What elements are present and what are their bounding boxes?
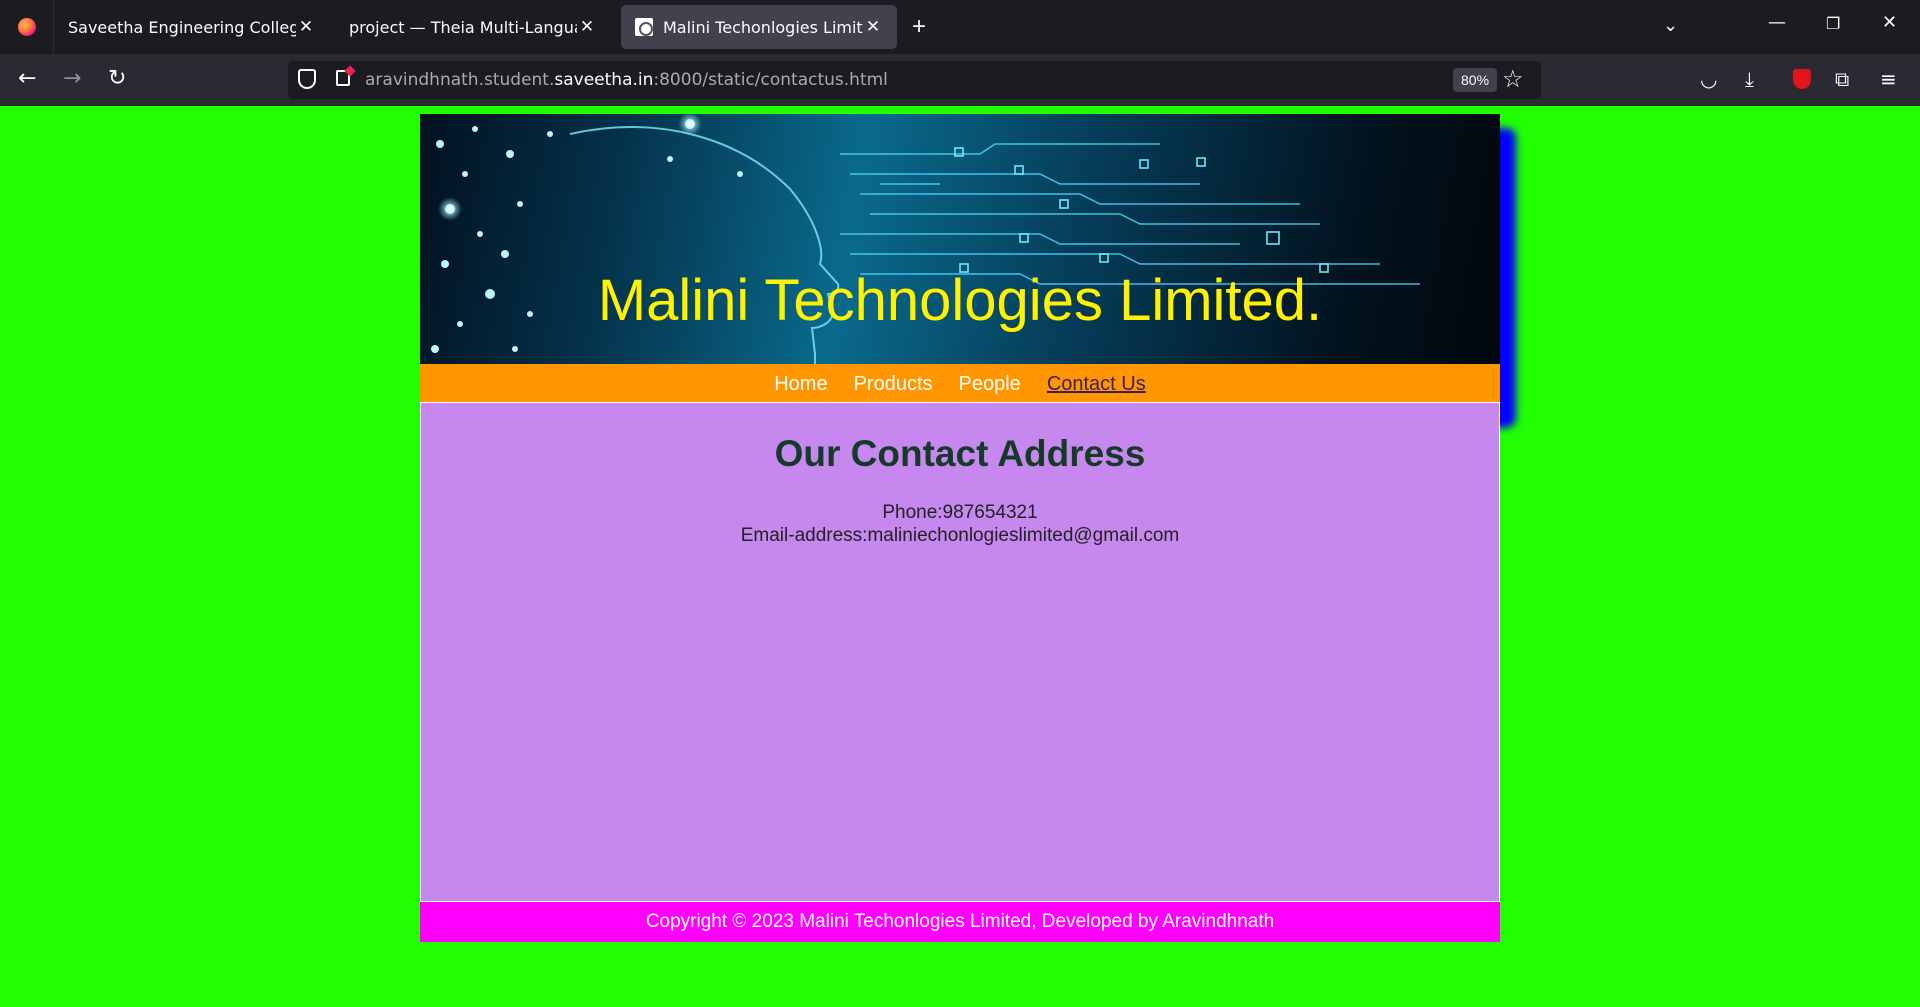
minimize-icon[interactable]: — — [1768, 12, 1786, 33]
tab-title: Saveetha Engineering College — [68, 17, 296, 37]
puzzle-icon[interactable]: ⧉ — [1835, 67, 1849, 91]
close-icon[interactable]: ✕ — [296, 17, 316, 37]
footer: Copyright © 2023 Malini Techonlogies Lim… — [420, 902, 1500, 942]
pocket-icon[interactable]: ◡ — [1700, 67, 1717, 91]
header-banner: Malini Technologies Limited. — [420, 114, 1500, 364]
forward-arrow-icon[interactable]: → — [63, 66, 81, 92]
close-icon[interactable]: ✕ — [577, 17, 597, 37]
bookmark-star-icon[interactable]: ☆ — [1502, 65, 1524, 94]
tab-title: project — Theia Multi-Language Ex — [349, 17, 577, 37]
navigation-toolbar: ← → ↻ aravindhnath.student.saveetha.in:8… — [0, 54, 1920, 106]
tab-malini[interactable]: Malini Techonlogies Limited ✕ — [621, 5, 897, 49]
menu-link-contact-us[interactable]: Contact Us — [1047, 373, 1146, 396]
phone-text: Phone:987654321 — [882, 502, 1038, 523]
tab-theia[interactable]: project — Theia Multi-Language Ex ✕ — [335, 5, 611, 49]
menu-link-products[interactable]: Products — [854, 373, 933, 396]
menu-link-home[interactable]: Home — [774, 373, 827, 396]
page-title: Our Contact Address — [774, 433, 1146, 474]
site-favicon-icon — [635, 18, 653, 36]
url-text[interactable]: aravindhnath.student.saveetha.in:8000/st… — [365, 70, 888, 90]
site-menu: Home Products People Contact Us — [420, 364, 1500, 402]
back-arrow-icon[interactable]: ← — [18, 66, 36, 92]
banner-title: Malini Technologies Limited. — [597, 268, 1323, 333]
menu-link-people[interactable]: People — [959, 373, 1021, 396]
tab-saveetha[interactable]: Saveetha Engineering College ✕ — [54, 5, 330, 49]
insecure-lock-icon[interactable] — [336, 70, 350, 86]
email-text: Email-address:maliniechonlogieslimited@g… — [740, 525, 1180, 546]
window-close-icon[interactable]: ✕ — [1882, 12, 1897, 33]
reload-icon[interactable]: ↻ — [108, 66, 126, 92]
tab-title: Malini Techonlogies Limited — [663, 17, 863, 37]
zoom-level-badge[interactable]: 80% — [1453, 68, 1498, 92]
close-icon[interactable]: ✕ — [863, 17, 883, 37]
site-container: Malini Technologies Limited. Home Produc… — [420, 114, 1500, 942]
ublock-shield-icon[interactable] — [1793, 69, 1811, 89]
hamburger-icon[interactable]: ≡ — [1880, 67, 1897, 91]
tab-list-chevron-icon[interactable]: ⌄ — [1663, 15, 1678, 36]
url-bar[interactable]: aravindhnath.student.saveetha.in:8000/st… — [288, 61, 1541, 99]
restore-icon[interactable]: ❐ — [1826, 14, 1840, 33]
contact-content: Our Contact Address Phone:987654321 Emai… — [420, 402, 1500, 902]
download-icon[interactable]: ⤓ — [1745, 67, 1754, 91]
tab-bar: Saveetha Engineering College ✕ project —… — [0, 0, 1920, 54]
firefox-icon[interactable] — [0, 0, 54, 54]
tracking-shield-icon[interactable] — [298, 69, 316, 89]
new-tab-icon[interactable]: + — [912, 14, 926, 40]
